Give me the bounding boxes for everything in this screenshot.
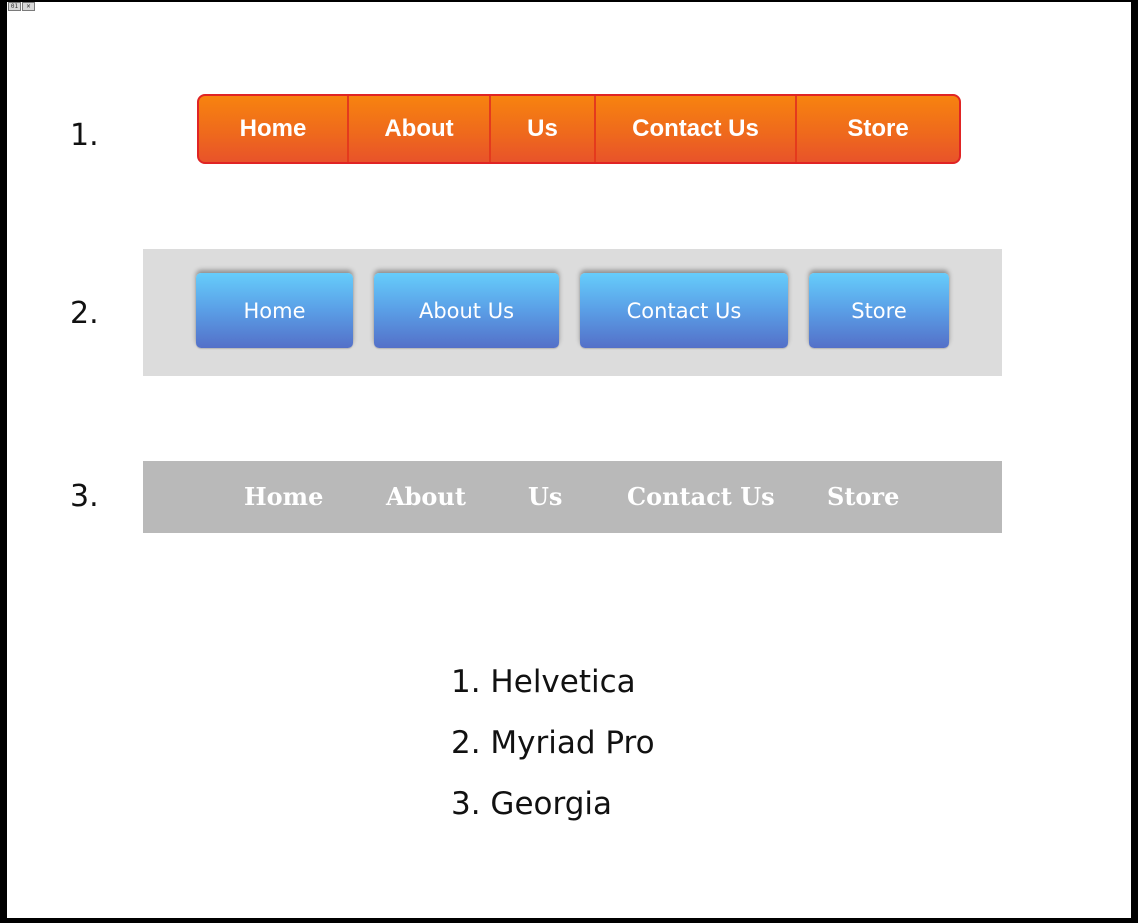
- close-icon[interactable]: [22, 2, 35, 11]
- window-frame-bottom: [0, 918, 1138, 923]
- font-legend: 1. Helvetica 2. Myriad Pro 3. Georgia: [451, 659, 655, 842]
- grey-nav-home[interactable]: Home: [244, 461, 323, 533]
- blue-button-nav-panel: Home About Us Contact Us Store: [143, 249, 1002, 376]
- window-corner-controls: 01: [8, 2, 35, 11]
- grey-nav-about[interactable]: About: [386, 461, 466, 533]
- orange-nav-contact-us[interactable]: Contact Us: [596, 96, 797, 162]
- orange-nav-us[interactable]: Us: [491, 96, 596, 162]
- blue-nav-home-button[interactable]: Home: [196, 273, 353, 348]
- orange-nav-bar: Home About Us Contact Us Store: [197, 94, 961, 164]
- orange-nav-about[interactable]: About: [349, 96, 491, 162]
- grey-nav-us[interactable]: Us: [528, 461, 562, 533]
- orange-nav-store[interactable]: Store: [797, 96, 959, 162]
- row-number-1: 1.: [70, 118, 99, 153]
- window-frame-top: [0, 0, 1138, 2]
- font-legend-item-3: 3. Georgia: [451, 786, 612, 822]
- page-number-icon[interactable]: 01: [8, 2, 21, 11]
- window-frame-right: [1131, 0, 1138, 923]
- font-legend-item-1: 1. Helvetica: [451, 664, 636, 700]
- font-legend-item-2: 2. Myriad Pro: [451, 725, 655, 761]
- blue-nav-contact-us-button[interactable]: Contact Us: [580, 273, 788, 348]
- grey-nav-store[interactable]: Store: [827, 461, 899, 533]
- window-frame-left: [0, 0, 7, 923]
- row-number-2: 2.: [70, 296, 99, 331]
- orange-nav-home[interactable]: Home: [199, 96, 349, 162]
- row-number-3: 3.: [70, 479, 99, 514]
- grey-serif-nav-bar: Home About Us Contact Us Store: [143, 461, 1002, 533]
- blue-nav-about-us-button[interactable]: About Us: [374, 273, 559, 348]
- grey-nav-contact-us[interactable]: Contact Us: [627, 461, 775, 533]
- blue-nav-store-button[interactable]: Store: [809, 273, 949, 348]
